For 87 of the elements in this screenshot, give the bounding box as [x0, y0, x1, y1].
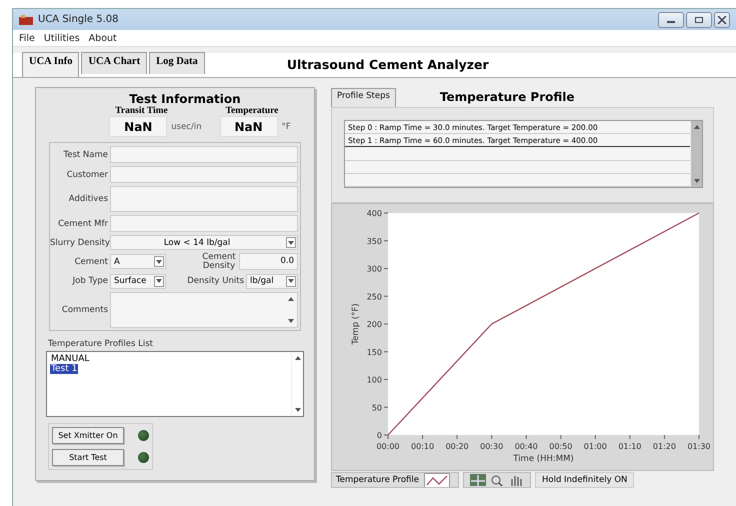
line-swatch-icon[interactable]: [424, 473, 450, 487]
input-field[interactable]: [110, 146, 298, 163]
tick-label: 00:00: [376, 442, 400, 451]
axis-title: Temp (°F): [351, 303, 361, 345]
field-label: Job Type: [71, 276, 109, 286]
dropdown[interactable]: lb/gal: [246, 274, 298, 289]
scroll-up-icon[interactable]: [294, 356, 300, 360]
app-icon: [19, 14, 33, 24]
status-text: Hold Indefinitely ON: [534, 472, 634, 488]
list-item[interactable]: MANUAL: [50, 354, 90, 364]
tab[interactable]: Profile Steps: [331, 88, 396, 107]
scroll-up-icon[interactable]: [288, 296, 294, 301]
field-label: Comments: [60, 304, 109, 315]
profiles-list[interactable]: MANUAL Test 1: [46, 350, 304, 417]
caret-icon[interactable]: [288, 240, 294, 244]
close-button[interactable]: [714, 12, 730, 28]
button[interactable]: Set Xmitter On: [52, 426, 124, 444]
readout-value: NaN: [220, 116, 278, 137]
tick-label: 01:20: [652, 442, 676, 451]
maximize-button[interactable]: [686, 12, 712, 28]
input-field[interactable]: [110, 215, 298, 232]
input-field[interactable]: [110, 186, 298, 212]
scrollbar[interactable]: [291, 352, 303, 416]
field-label: Slurry Density: [50, 238, 110, 248]
dropdown[interactable]: A: [110, 254, 166, 270]
axis-title: Time (HH:MM): [513, 454, 574, 464]
tab[interactable]: Log Data: [149, 52, 205, 74]
unit-label: usec/in: [171, 122, 202, 132]
input-field[interactable]: [110, 166, 298, 183]
tick-label: 00:30: [480, 442, 504, 451]
tick-label: 150: [366, 348, 382, 357]
tick-label: 00:40: [514, 442, 538, 451]
field-label: Test Name: [62, 150, 109, 160]
window-title: UCA Single 5.08: [38, 14, 119, 25]
input-field[interactable]: [110, 292, 298, 328]
minimize-button[interactable]: [658, 12, 684, 28]
field-label: Cement Density: [201, 253, 237, 271]
list-item[interactable]: Test 1: [50, 364, 78, 374]
dropdown[interactable]: Low < 14 lb/gal: [110, 235, 298, 250]
tick-label: 250: [366, 292, 382, 302]
profile-title: Temperature Profile: [440, 90, 575, 104]
zoom-icon[interactable]: [488, 474, 505, 486]
tick-label: 0: [376, 431, 382, 440]
tick-label: 00:20: [446, 442, 469, 451]
close-icon: [717, 16, 727, 24]
menu-item[interactable]: Utilities: [44, 32, 80, 44]
number-field[interactable]: 0.0: [239, 253, 298, 270]
list-label: Temperature Profiles List: [48, 338, 153, 349]
tick-label: 00:50: [549, 442, 572, 451]
panel-title: Test Information: [129, 92, 241, 106]
tick-label: 01:00: [584, 442, 607, 451]
dropdown[interactable]: Surface: [110, 274, 166, 289]
tick-label: 400: [366, 209, 382, 218]
field-label: Customer: [66, 170, 109, 180]
readout-label: Transit Time: [115, 106, 169, 116]
tick-label: 300: [366, 264, 382, 274]
scroll-down-icon[interactable]: [288, 318, 294, 323]
button[interactable]: Start Test: [52, 448, 124, 466]
field-label: Density Units: [187, 276, 245, 286]
legend-label: Temperature Profile: [336, 475, 419, 485]
tick-label: 01:30: [687, 442, 711, 451]
crosshair-icon[interactable]: [470, 474, 486, 486]
field-label: Cement: [74, 256, 109, 267]
tick-label: 01:10: [618, 442, 642, 451]
scrollbar[interactable]: [690, 121, 702, 187]
tick-label: 350: [366, 236, 382, 246]
tick-label: 50: [372, 403, 382, 412]
tick-label: 200: [366, 320, 382, 329]
scroll-down-icon[interactable]: [694, 179, 700, 183]
scroll-down-icon[interactable]: [294, 408, 300, 412]
tab[interactable]: UCA Info: [22, 52, 80, 77]
app-title: Ultrasound Cement Analyzer: [286, 57, 489, 72]
field-label: Additives: [68, 194, 109, 204]
tick-label: 100: [366, 376, 382, 384]
field-label: Cement Mfr: [57, 218, 109, 228]
tick-label: 00:10: [411, 442, 434, 451]
menu-item[interactable]: About: [88, 32, 117, 44]
menu-item[interactable]: File: [19, 32, 35, 44]
scroll-up-icon[interactable]: [694, 125, 700, 129]
readout-label: Temperature: [226, 106, 280, 116]
caret-icon[interactable]: [156, 260, 162, 264]
readout-value: NaN: [109, 116, 168, 137]
caret-icon[interactable]: [156, 279, 162, 284]
maximize-icon: [694, 16, 704, 24]
caret-icon[interactable]: [288, 279, 294, 284]
unit-label: °F: [282, 122, 291, 132]
tab[interactable]: UCA Chart: [81, 52, 148, 74]
